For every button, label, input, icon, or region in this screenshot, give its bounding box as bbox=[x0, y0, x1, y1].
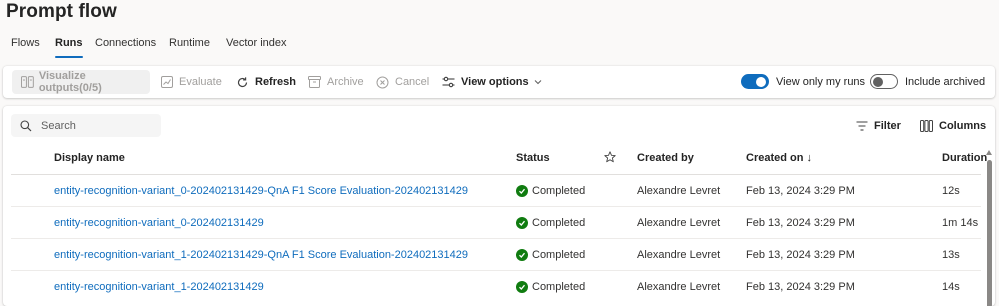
archive-label: Archive bbox=[327, 76, 364, 88]
tab-vector-index[interactable]: Vector index bbox=[226, 37, 287, 59]
checkmark-circle-icon bbox=[516, 217, 528, 229]
chevron-down-icon bbox=[534, 80, 542, 85]
run-name-link[interactable]: entity-recognition-variant_0-20240213142… bbox=[54, 207, 264, 239]
chart-icon bbox=[161, 76, 173, 88]
column-header-created-by[interactable]: Created by bbox=[637, 152, 694, 164]
refresh-icon bbox=[237, 76, 248, 87]
tab-connections[interactable]: Connections bbox=[95, 37, 156, 59]
include-archived-toggle[interactable] bbox=[870, 74, 898, 89]
table-row[interactable]: entity-recognition-variant_0-20240213142… bbox=[11, 207, 981, 239]
status-cell: Completed bbox=[516, 271, 585, 303]
visualize-outputs-label: Visualize outputs(0/5) bbox=[38, 70, 102, 94]
dismiss-circle-icon bbox=[376, 76, 389, 88]
table-row[interactable]: entity-recognition-variant_0-20240213142… bbox=[11, 175, 981, 207]
cancel-button[interactable]: Cancel bbox=[376, 66, 429, 98]
checkmark-circle-icon bbox=[516, 185, 528, 197]
compare-icon bbox=[21, 76, 34, 88]
search-box[interactable] bbox=[11, 114, 161, 137]
cancel-label: Cancel bbox=[395, 76, 430, 88]
created-on-cell: Feb 13, 2024 3:29 PM bbox=[746, 281, 855, 293]
checkmark-circle-icon bbox=[516, 281, 528, 293]
tab-runs[interactable]: Runs bbox=[55, 37, 83, 59]
created-on-cell: Feb 13, 2024 3:29 PM bbox=[746, 217, 855, 229]
duration-cell: 1m 14s bbox=[942, 217, 979, 229]
search-input[interactable] bbox=[41, 119, 141, 132]
created-by-cell: Alexandre Levret bbox=[637, 249, 721, 261]
column-header-display-name[interactable]: Display name bbox=[54, 152, 125, 164]
scroll-thumb[interactable] bbox=[987, 160, 992, 306]
archive-icon bbox=[308, 76, 321, 88]
run-name-link[interactable]: entity-recognition-variant_1-20240213142… bbox=[54, 271, 264, 303]
options-icon bbox=[442, 76, 455, 88]
duration-cell: 14s bbox=[942, 281, 960, 293]
status-text: Completed bbox=[532, 185, 586, 197]
duration-cell: 12s bbox=[942, 185, 960, 197]
status-text: Completed bbox=[532, 217, 586, 229]
runs-panel: Filter Columns Display name Status Creat… bbox=[3, 106, 995, 306]
table-row[interactable]: entity-recognition-variant_1-20240213142… bbox=[11, 271, 981, 303]
scroll-up-icon[interactable] bbox=[986, 150, 992, 155]
star-icon bbox=[604, 151, 616, 163]
view-only-my-runs-label: View only my runs bbox=[776, 76, 866, 88]
created-on-cell: Feb 13, 2024 3:29 PM bbox=[746, 249, 855, 261]
view-options-button[interactable]: View options bbox=[442, 66, 542, 98]
vertical-scrollbar[interactable] bbox=[984, 146, 995, 306]
filter-icon bbox=[856, 121, 868, 131]
page-title: Prompt flow bbox=[6, 1, 117, 22]
filter-label: Filter bbox=[874, 120, 901, 132]
columns-icon bbox=[920, 120, 933, 132]
created-by-cell: Alexandre Levret bbox=[637, 217, 721, 229]
command-bar: Visualize outputs(0/5) Evaluate Refresh … bbox=[3, 66, 995, 98]
tab-runtime[interactable]: Runtime bbox=[169, 37, 210, 59]
columns-label: Columns bbox=[939, 120, 987, 132]
column-header-status[interactable]: Status bbox=[516, 152, 550, 164]
filter-button[interactable]: Filter bbox=[856, 114, 901, 138]
table-row[interactable]: entity-recognition-variant_1-20240213142… bbox=[11, 239, 981, 271]
refresh-label: Refresh bbox=[255, 76, 296, 88]
evaluate-label: Evaluate bbox=[179, 76, 222, 88]
archive-button[interactable]: Archive bbox=[308, 66, 364, 98]
run-name-link[interactable]: entity-recognition-variant_1-20240213142… bbox=[54, 239, 468, 271]
column-header-created-on[interactable]: Created on ↓ bbox=[746, 152, 812, 164]
view-only-my-runs-toggle[interactable] bbox=[741, 74, 769, 89]
columns-button[interactable]: Columns bbox=[920, 114, 986, 138]
run-name-link[interactable]: entity-recognition-variant_0-20240213142… bbox=[54, 175, 468, 207]
evaluate-button[interactable]: Evaluate bbox=[161, 66, 222, 98]
created-by-cell: Alexandre Levret bbox=[637, 185, 721, 197]
search-icon bbox=[20, 119, 32, 131]
duration-cell: 13s bbox=[942, 249, 960, 261]
visualize-outputs-button[interactable]: Visualize outputs(0/5) bbox=[12, 70, 150, 94]
status-text: Completed bbox=[532, 249, 586, 261]
status-text: Completed bbox=[532, 281, 586, 293]
column-header-duration[interactable]: Duration bbox=[942, 152, 987, 164]
favorite-column-header[interactable] bbox=[604, 151, 616, 166]
status-cell: Completed bbox=[516, 239, 585, 271]
created-on-cell: Feb 13, 2024 3:29 PM bbox=[746, 185, 855, 197]
status-cell: Completed bbox=[516, 175, 585, 207]
include-archived-label: Include archived bbox=[905, 76, 986, 88]
view-options-label: View options bbox=[461, 76, 529, 88]
created-by-cell: Alexandre Levret bbox=[637, 281, 721, 293]
tab-flows[interactable]: Flows bbox=[11, 37, 40, 59]
status-cell: Completed bbox=[516, 207, 585, 239]
refresh-button[interactable]: Refresh bbox=[236, 66, 296, 98]
checkmark-circle-icon bbox=[516, 249, 528, 261]
